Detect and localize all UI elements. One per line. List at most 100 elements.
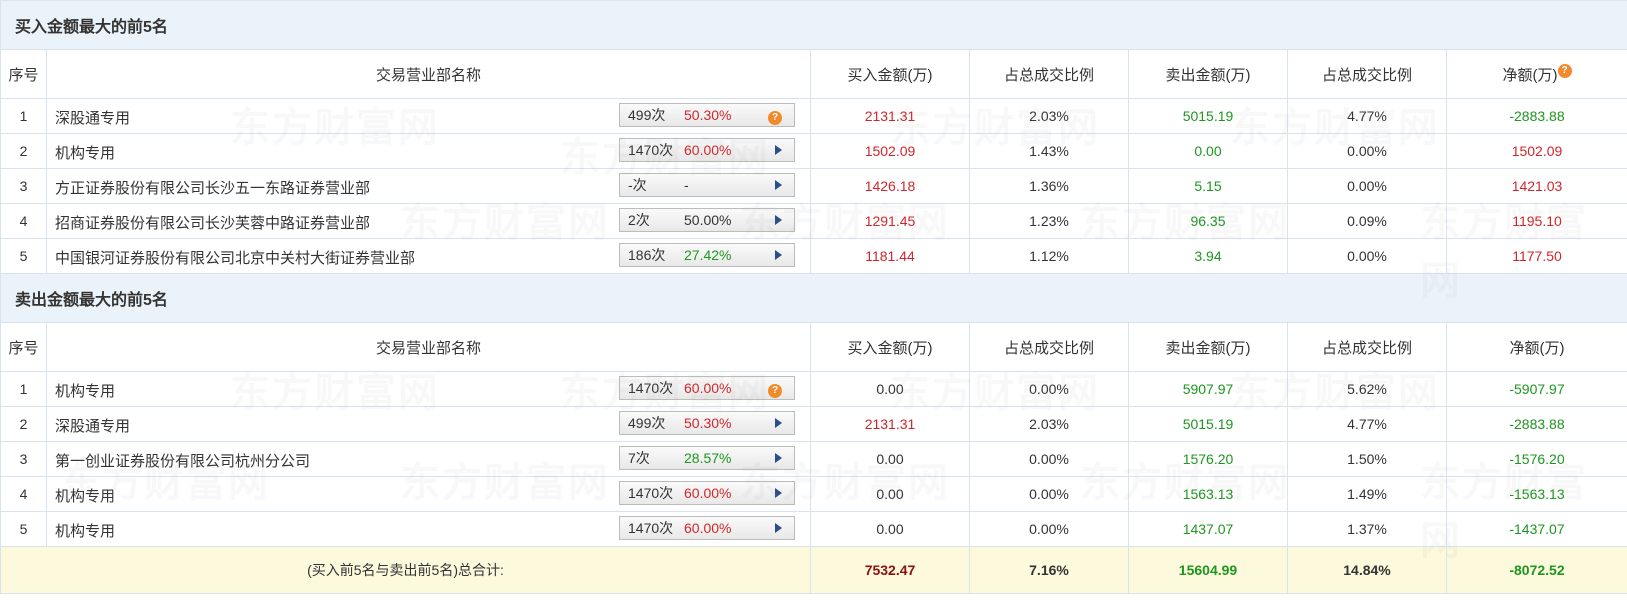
col-sell-amount-header: 卖出金额(万)	[1128, 322, 1288, 372]
buy-ratio: 2.03%	[969, 406, 1129, 442]
arrow-icon[interactable]	[775, 209, 782, 231]
sell-amount: 5.15	[1128, 168, 1288, 204]
win-rate: 60.00%	[684, 520, 732, 536]
question-icon[interactable]: ?	[768, 377, 782, 399]
win-rate: 27.42%	[684, 247, 732, 263]
buy-amount: 1426.18	[810, 168, 970, 204]
net-amount: 1502.09	[1445, 133, 1627, 169]
row-index: 5	[0, 238, 47, 274]
win-rate: -	[684, 177, 689, 193]
net-help-icon[interactable]: ?	[1557, 63, 1572, 78]
sell-ratio: 0.00%	[1287, 238, 1447, 274]
branch-name-link[interactable]: 招商证券股份有限公司长沙芙蓉中路证券营业部	[55, 212, 370, 233]
trade-count: 1470次	[628, 142, 674, 158]
buy-ratio: 1.12%	[969, 238, 1129, 274]
col-buy-ratio-header: 占总成交比例	[969, 322, 1129, 372]
branch-stats-button[interactable]: 1470次 60.00%	[619, 516, 795, 540]
buy-header-row: 序号 交易营业部名称 买入金额(万) 占总成交比例 卖出金额(万) 占总成交比例…	[0, 49, 1627, 99]
table-row: 1 机构专用 1470次 60.00%? 0.00 0.00% 5907.97 5.62% -5…	[0, 371, 1627, 407]
branch-cell: 深股通专用 499次 50.30%?	[46, 98, 811, 134]
net-amount: -5907.97	[1445, 371, 1627, 407]
sell-amount: 0.00	[1128, 133, 1288, 169]
arrow-icon[interactable]	[775, 244, 782, 266]
col-net-header: 净额(万)	[1445, 322, 1627, 372]
sell-amount: 5015.19	[1128, 406, 1288, 442]
sell-ratio: 0.00%	[1287, 168, 1447, 204]
win-rate: 28.57%	[684, 450, 732, 466]
col-sell-ratio-header: 占总成交比例	[1287, 322, 1447, 372]
branch-stats-button[interactable]: 499次 50.30%	[619, 411, 795, 435]
win-rate: 60.00%	[684, 485, 732, 501]
arrow-icon[interactable]	[775, 412, 782, 434]
branch-stats-button[interactable]: 1470次 60.00%	[619, 138, 795, 162]
branch-stats-button[interactable]: 499次 50.30%?	[619, 103, 795, 127]
branch-name-link[interactable]: 深股通专用	[55, 107, 130, 128]
buy-amount: 0.00	[810, 476, 970, 512]
net-amount: -1576.20	[1445, 441, 1627, 477]
branch-cell: 机构专用 1470次 60.00%?	[46, 371, 811, 407]
branch-stats-button[interactable]: 186次 27.42%	[619, 243, 795, 267]
trade-count: 499次	[628, 415, 666, 431]
win-rate: 60.00%	[684, 380, 732, 396]
branch-stats-button[interactable]: -次 -	[619, 173, 795, 197]
branch-stats-button[interactable]: 2次 50.00%	[619, 208, 795, 232]
branch-name-link[interactable]: 机构专用	[55, 142, 115, 163]
col-branch-header: 交易营业部名称	[46, 322, 811, 372]
buy-ratio: 0.00%	[969, 476, 1129, 512]
trade-count: -次	[628, 177, 647, 193]
row-index: 1	[0, 98, 47, 134]
net-amount: 1177.50	[1445, 238, 1627, 274]
table-row: 4 招商证券股份有限公司长沙芙蓉中路证券营业部 2次 50.00% 1291.45 1.2…	[0, 203, 1627, 239]
table-row: 5 中国银河证券股份有限公司北京中关村大街证券营业部 186次 27.42% 1181.…	[0, 238, 1627, 274]
trade-count: 186次	[628, 247, 666, 263]
col-sell-ratio-header: 占总成交比例	[1287, 49, 1447, 99]
branch-cell: 机构专用 1470次 60.00%	[46, 511, 811, 547]
branch-name-link[interactable]: 机构专用	[55, 520, 115, 541]
sell-ratio: 0.09%	[1287, 203, 1447, 239]
arrow-icon[interactable]	[775, 482, 782, 504]
branch-cell: 第一创业证券股份有限公司杭州分公司 7次 28.57%	[46, 441, 811, 477]
branch-cell: 方正证券股份有限公司长沙五一东路证券营业部 -次 -	[46, 168, 811, 204]
arrow-icon[interactable]	[775, 139, 782, 161]
win-rate: 50.30%	[684, 107, 732, 123]
branch-stats-button[interactable]: 7次 28.57%	[619, 446, 795, 470]
branch-stats-button[interactable]: 1470次 60.00%	[619, 481, 795, 505]
buy-amount: 0.00	[810, 371, 970, 407]
buy-amount: 2131.31	[810, 406, 970, 442]
sell-ratio: 5.62%	[1287, 371, 1447, 407]
branch-name-link[interactable]: 机构专用	[55, 380, 115, 401]
total-buy-amount: 7532.47	[810, 546, 970, 594]
branch-name-link[interactable]: 第一创业证券股份有限公司杭州分公司	[55, 450, 310, 471]
arrow-icon[interactable]	[775, 517, 782, 539]
sell-amount: 5907.97	[1128, 371, 1288, 407]
branch-name-link[interactable]: 方正证券股份有限公司长沙五一东路证券营业部	[55, 177, 370, 198]
sell-ratio: 4.77%	[1287, 406, 1447, 442]
net-amount: -2883.88	[1445, 406, 1627, 442]
buy-ratio: 1.36%	[969, 168, 1129, 204]
trade-count: 7次	[628, 450, 650, 466]
branch-name-link[interactable]: 中国银河证券股份有限公司北京中关村大街证券营业部	[55, 247, 415, 268]
branch-name-link[interactable]: 深股通专用	[55, 415, 130, 436]
arrow-icon[interactable]	[775, 447, 782, 469]
branch-name-link[interactable]: 机构专用	[55, 485, 115, 506]
sell-amount: 3.94	[1128, 238, 1288, 274]
branch-cell: 招商证券股份有限公司长沙芙蓉中路证券营业部 2次 50.00%	[46, 203, 811, 239]
buy-ratio: 0.00%	[969, 441, 1129, 477]
win-rate: 50.00%	[684, 212, 732, 228]
sell-ratio: 1.49%	[1287, 476, 1447, 512]
question-icon[interactable]: ?	[768, 104, 782, 126]
col-net-header: 净额(万)?	[1445, 49, 1627, 99]
branch-stats-button[interactable]: 1470次 60.00%?	[619, 376, 795, 400]
buy-ratio: 1.43%	[969, 133, 1129, 169]
buy-amount: 1291.45	[810, 203, 970, 239]
win-rate: 50.30%	[684, 415, 732, 431]
net-amount: -1437.07	[1445, 511, 1627, 547]
col-buy-amount-header: 买入金额(万)	[810, 322, 970, 372]
trade-count: 1470次	[628, 485, 674, 501]
sell-section-title: 卖出金额最大的前5名	[0, 273, 1627, 323]
net-amount: 1421.03	[1445, 168, 1627, 204]
col-index-header: 序号	[0, 49, 47, 99]
col-branch-header: 交易营业部名称	[46, 49, 811, 99]
arrow-icon[interactable]	[775, 174, 782, 196]
total-sell-amount: 15604.99	[1128, 546, 1288, 594]
